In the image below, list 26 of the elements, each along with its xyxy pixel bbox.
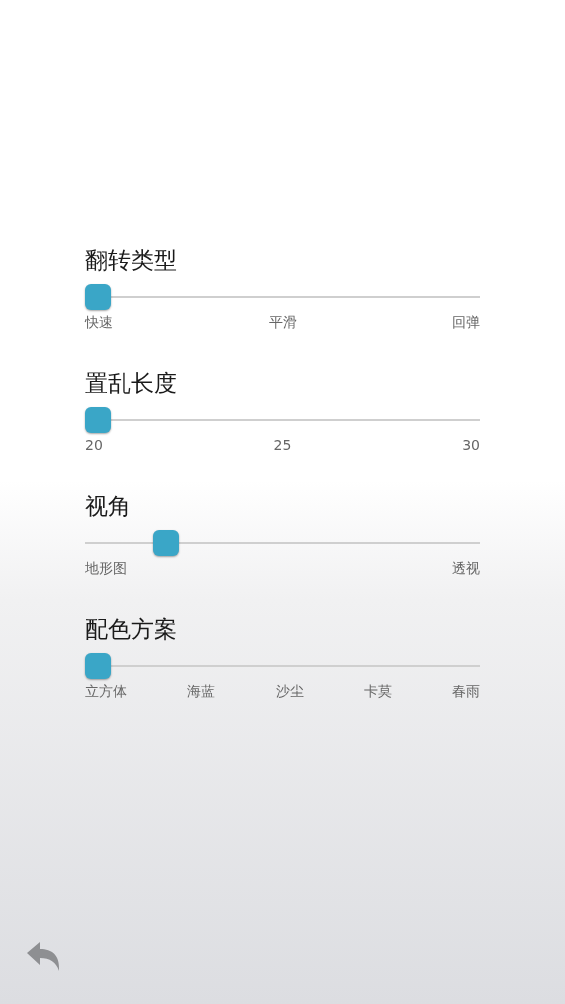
slider-thumb[interactable]: [85, 284, 111, 310]
back-icon[interactable]: [26, 940, 62, 972]
setting-title: 置乱长度: [85, 369, 177, 398]
tick-label: 平滑: [268, 313, 297, 331]
slider-thumb[interactable]: [85, 407, 111, 433]
tick-label: 20: [85, 436, 103, 454]
slider-thumb[interactable]: [153, 530, 180, 556]
tick-label: 海蓝: [187, 682, 216, 700]
setting-title: 视角: [85, 492, 131, 521]
tick-label: 立方体: [85, 682, 127, 700]
tick-label: 沙尘: [275, 682, 304, 700]
tick-label: 回弹: [452, 313, 480, 331]
slider-track[interactable]: [85, 652, 480, 680]
setting-title: 配色方案: [85, 615, 177, 644]
tick-label: 地形图: [85, 559, 127, 577]
slider-track[interactable]: [85, 283, 480, 311]
slider-track[interactable]: [85, 529, 480, 557]
tick-label: 30: [462, 436, 480, 454]
tick-label: 透视: [452, 559, 480, 577]
tick-label: 25: [273, 436, 292, 454]
setting-title: 翻转类型: [85, 246, 177, 275]
slider-track[interactable]: [85, 406, 480, 434]
slider-thumb[interactable]: [85, 653, 111, 679]
tick-label: 春雨: [452, 682, 480, 700]
tick-label: 快速: [85, 313, 113, 331]
tick-label: 卡莫: [363, 682, 392, 700]
